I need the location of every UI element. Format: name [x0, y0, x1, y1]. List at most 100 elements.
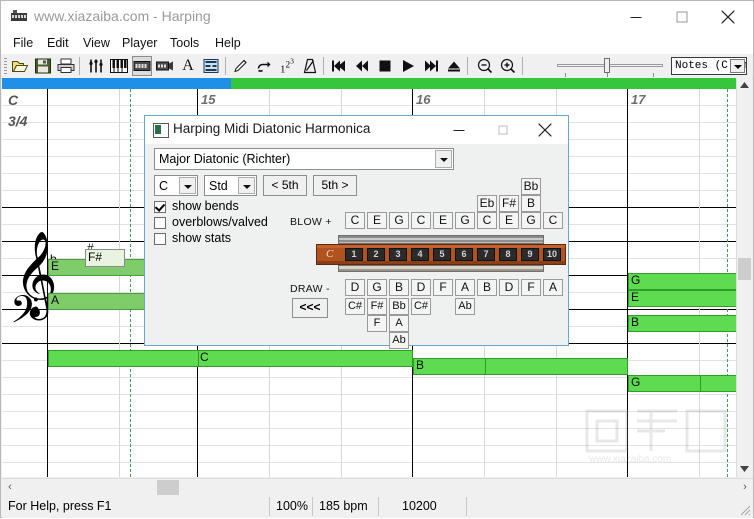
grid-icon[interactable]: [201, 56, 221, 76]
dialog-maximize-button[interactable]: [482, 116, 524, 143]
blow-key-9[interactable]: G: [521, 212, 541, 229]
numbering-icon[interactable]: 123: [277, 56, 297, 76]
blow-bend-key[interactable]: F#: [499, 195, 519, 212]
draw-key-3[interactable]: B: [389, 279, 409, 296]
draw-bend-key[interactable]: C#: [345, 298, 365, 315]
harmonica-hole-10[interactable]: 10: [543, 248, 561, 261]
harmonica-hole-6[interactable]: 6: [455, 248, 473, 261]
harmonica-dialog[interactable]: Harping Midi Diatonic Harmonica Major Di…: [144, 115, 569, 349]
overblows-valved-checkbox[interactable]: [154, 217, 166, 229]
open-folder-icon[interactable]: [10, 56, 30, 76]
harmonica-icon[interactable]: [132, 56, 152, 76]
harmonica-hole-4[interactable]: 4: [411, 248, 429, 261]
next-fifth-button[interactable]: 5th >: [313, 175, 357, 196]
note-bar[interactable]: B: [413, 358, 628, 375]
resize-grip[interactable]: [739, 504, 751, 516]
note-bar[interactable]: E: [628, 290, 739, 307]
note-bar[interactable]: G: [628, 273, 739, 290]
dialog-minimize-button[interactable]: [438, 116, 480, 143]
draw-bend-key[interactable]: Bb: [389, 298, 409, 315]
zoom-in-icon[interactable]: [498, 56, 518, 76]
rewind-icon[interactable]: [352, 56, 372, 76]
harmonica-tab-icon[interactable]: [155, 56, 175, 76]
draw-key-2[interactable]: G: [367, 279, 387, 296]
blow-key-8[interactable]: E: [499, 212, 519, 229]
skip-end-icon[interactable]: [421, 56, 441, 76]
harmonica-graphic[interactable]: C 1 2 3 4 5 6 7 8 9 10: [316, 235, 566, 275]
horizontal-scrollbar[interactable]: ‹ ›: [2, 478, 753, 496]
key-combo[interactable]: C: [154, 175, 198, 196]
draw-bend-key[interactable]: Ab: [389, 332, 409, 349]
draw-bend-key[interactable]: Ab: [455, 298, 475, 315]
blow-key-1[interactable]: C: [345, 212, 365, 229]
blow-bend-key[interactable]: Eb: [477, 195, 497, 212]
notes-display-combo[interactable]: Notes (C Inst: [671, 57, 747, 75]
blow-bend-key[interactable]: B: [521, 195, 541, 212]
blow-key-3[interactable]: G: [389, 212, 409, 229]
window-maximize-button[interactable]: [659, 1, 705, 32]
draw-bend-key[interactable]: C#: [411, 298, 431, 315]
menu-item-help[interactable]: Help: [209, 35, 247, 52]
harmonica-hole-2[interactable]: 2: [367, 248, 385, 261]
blow-key-6[interactable]: G: [455, 212, 475, 229]
loop-icon[interactable]: [254, 56, 274, 76]
vertical-scrollbar-thumb[interactable]: [738, 258, 751, 280]
draw-key-5[interactable]: F: [433, 279, 453, 296]
vertical-scrollbar[interactable]: [736, 78, 752, 477]
chevron-down-icon[interactable]: [179, 177, 196, 194]
scroll-down-icon[interactable]: [737, 462, 752, 477]
zoom-slider-thumb[interactable]: [604, 58, 610, 73]
harmonica-hole-1[interactable]: 1: [345, 248, 363, 261]
pencil-icon[interactable]: [231, 56, 251, 76]
harmonica-hole-8[interactable]: 8: [499, 248, 517, 261]
prev-fifth-button[interactable]: < 5th: [263, 175, 307, 196]
zoom-slider[interactable]: [557, 58, 663, 77]
playback-progress-bar[interactable]: [2, 78, 739, 89]
scroll-left-icon[interactable]: ‹: [2, 479, 18, 496]
note-name-box[interactable]: F#: [85, 249, 125, 267]
menu-item-tools[interactable]: Tools: [164, 35, 205, 52]
note-bar[interactable]: C: [48, 350, 413, 367]
metronome-icon[interactable]: [300, 56, 320, 76]
blow-key-4[interactable]: C: [411, 212, 431, 229]
prev-button[interactable]: <<<: [292, 298, 328, 318]
draw-bend-key[interactable]: F#: [367, 298, 387, 315]
harmonica-hole-3[interactable]: 3: [389, 248, 407, 261]
window-close-button[interactable]: [705, 1, 751, 32]
blow-key-5[interactable]: E: [433, 212, 453, 229]
menu-item-view[interactable]: View: [77, 35, 116, 52]
chevron-down-icon[interactable]: [730, 59, 745, 73]
scroll-up-icon[interactable]: [737, 78, 752, 93]
draw-key-4[interactable]: D: [411, 279, 431, 296]
blow-bend-key[interactable]: Bb: [521, 178, 541, 195]
harmonica-hole-9[interactable]: 9: [521, 248, 539, 261]
menu-item-player[interactable]: Player: [116, 35, 163, 52]
draw-key-1[interactable]: D: [345, 279, 365, 296]
chevron-down-icon[interactable]: [435, 150, 452, 168]
draw-key-9[interactable]: F: [521, 279, 541, 296]
blow-key-7[interactable]: C: [477, 212, 497, 229]
scroll-right-icon[interactable]: ›: [737, 479, 753, 496]
note-bar[interactable]: G: [628, 375, 739, 392]
draw-key-10[interactable]: A: [543, 279, 563, 296]
eject-icon[interactable]: [444, 56, 464, 76]
blow-key-2[interactable]: E: [367, 212, 387, 229]
tuning-combo[interactable]: Major Diatonic (Richter): [154, 148, 454, 170]
tuning-fork-icon[interactable]: [86, 56, 106, 76]
text-icon[interactable]: A: [178, 56, 198, 76]
draw-key-6[interactable]: A: [455, 279, 475, 296]
zoom-out-icon[interactable]: [475, 56, 495, 76]
draw-key-7[interactable]: B: [477, 279, 497, 296]
blow-key-10[interactable]: C: [543, 212, 563, 229]
print-icon[interactable]: [56, 56, 76, 76]
draw-bend-key[interactable]: A: [389, 315, 409, 332]
skip-start-icon[interactable]: [329, 56, 349, 76]
chevron-down-icon[interactable]: [238, 177, 255, 194]
play-icon[interactable]: [398, 56, 418, 76]
draw-key-8[interactable]: D: [499, 279, 519, 296]
harmonica-hole-7[interactable]: 7: [477, 248, 495, 261]
note-bar[interactable]: B: [628, 315, 739, 332]
horizontal-scrollbar-thumb[interactable]: [157, 480, 179, 495]
dialog-close-button[interactable]: [524, 116, 566, 143]
menu-item-file[interactable]: File: [7, 35, 39, 52]
